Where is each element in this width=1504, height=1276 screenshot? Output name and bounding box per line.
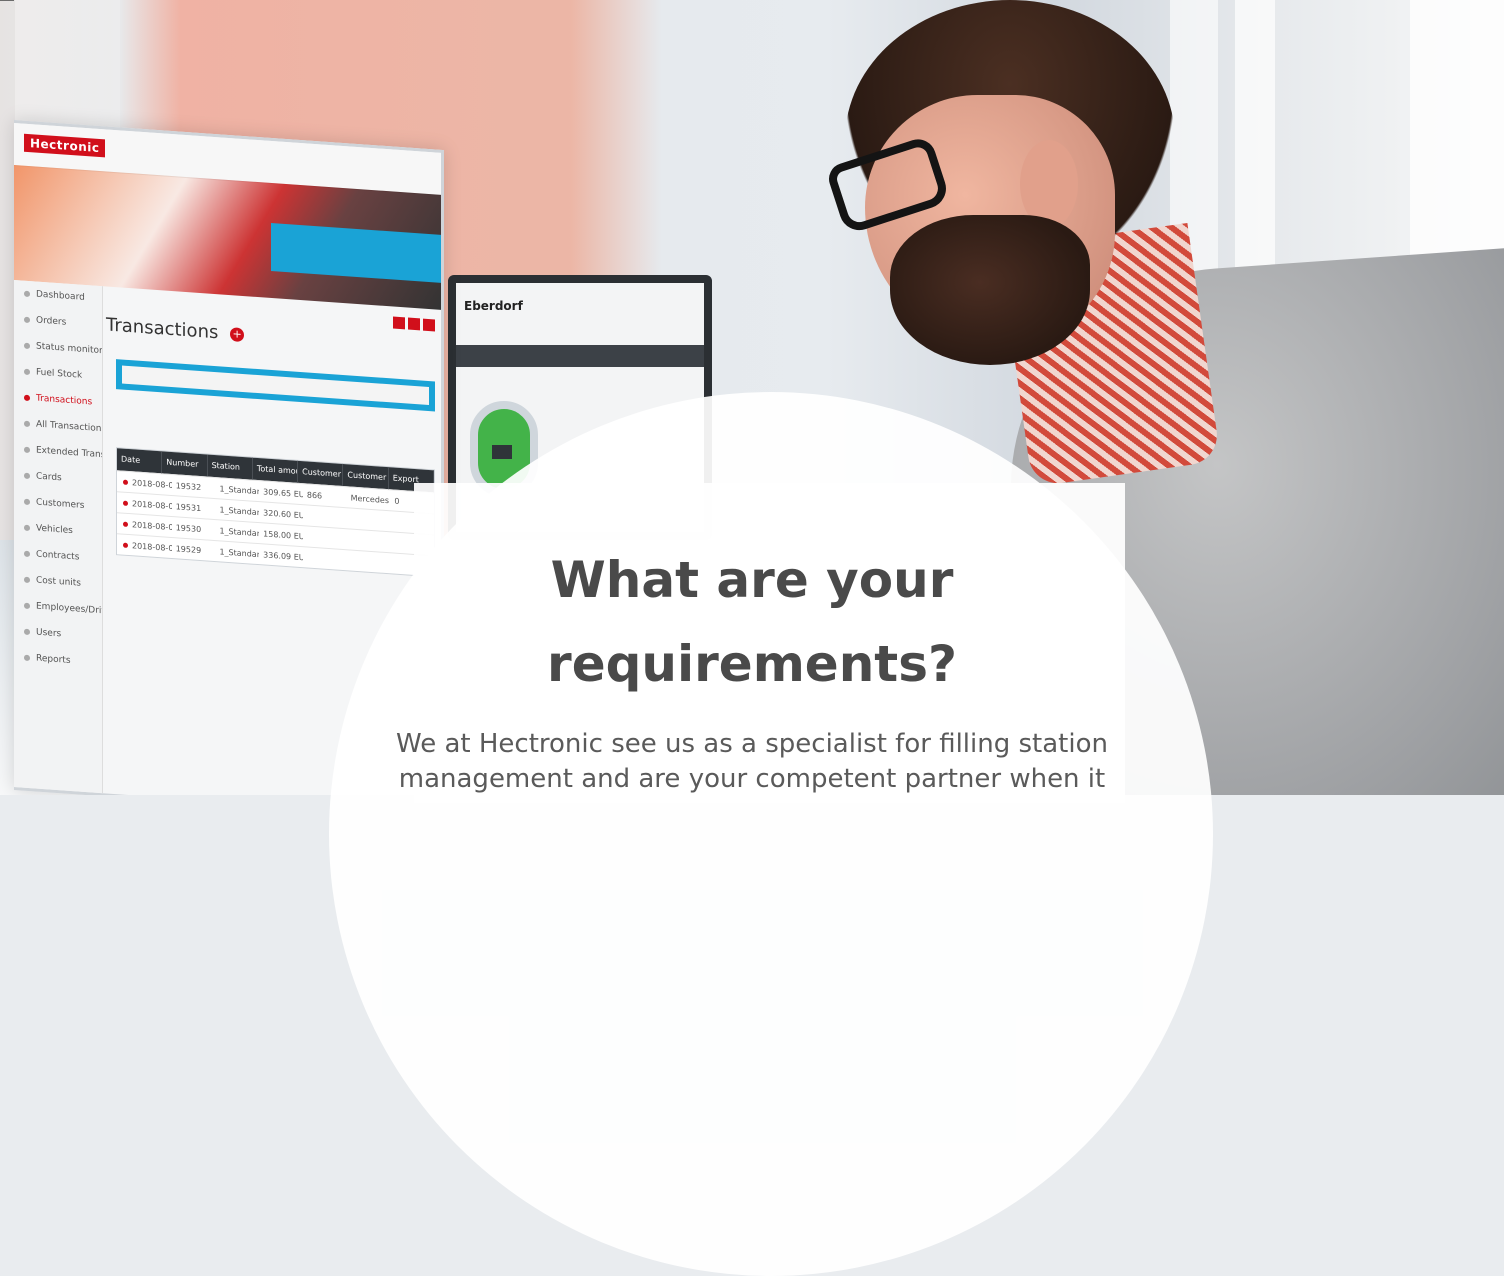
headline-line-2: requirements?	[547, 635, 957, 693]
text-overlay: What are your requirements? We at Hectro…	[0, 0, 1504, 1276]
headline: What are your requirements?	[0, 538, 1504, 706]
headline-line-1: What are your	[550, 551, 954, 609]
body-text: We at Hectronic see us as a specialist f…	[320, 727, 1184, 797]
body-line-1: We at Hectronic see us as a specialist f…	[396, 729, 1108, 759]
body-line-2: management and are your competent partne…	[398, 764, 1106, 794]
divider	[0, 0, 14, 1]
